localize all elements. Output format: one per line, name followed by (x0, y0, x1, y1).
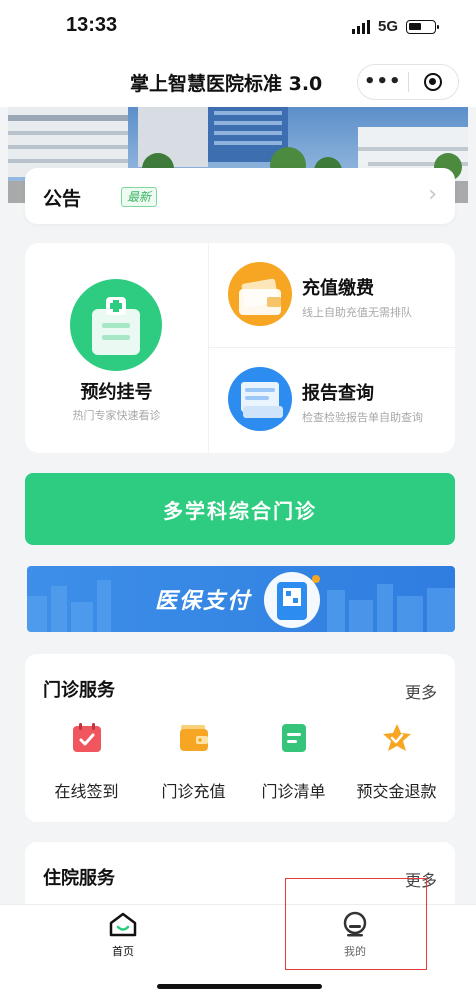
outpatient-more-link[interactable]: 更多 (405, 679, 437, 703)
target-circle-icon (424, 73, 443, 91)
main-services-card: 预约挂号 热门专家快速看诊 充值缴费 线上自助充值无需排队 报告查询 检查检验报… (25, 243, 455, 453)
highlight-annotation-box (285, 878, 427, 970)
status-bar: 13:33 5G (0, 0, 476, 55)
appointment-subtitle: 热门专家快速看诊 (72, 409, 161, 422)
announcement-bar[interactable]: 公告 最新 › (25, 168, 455, 224)
outpatient-list-label: 门诊清单 (261, 782, 326, 801)
more-dots-icon[interactable]: ••• (358, 72, 408, 92)
report-title: 报告查询 (302, 383, 374, 404)
deposit-refund-label: 预交金退款 (356, 782, 437, 801)
network-type: 5G (377, 18, 398, 35)
wallet-card-icon (227, 261, 293, 331)
signal-icon (351, 19, 370, 34)
report-document-icon (227, 366, 293, 436)
appointment-service[interactable]: 预约挂号 热门专家快速看诊 (25, 243, 208, 453)
appointment-title: 预约挂号 (80, 382, 153, 403)
report-subtitle: 检查检验报告单自助查询 (302, 411, 423, 424)
navigation-bar: 掌上智慧医院标准 3.0 ••• (0, 55, 476, 107)
status-indicators: 5G (351, 18, 439, 35)
outpatient-list-button[interactable]: 门诊清单 (240, 720, 347, 810)
outpatient-recharge-label: 门诊充值 (161, 782, 226, 801)
outpatient-services-card: 门诊服务 更多 在线签到 门诊充值 门诊清单 预交金退款 (25, 654, 455, 822)
announcement-label: 公告 (43, 188, 82, 210)
medical-insurance-banner[interactable]: 医保支付 (27, 566, 455, 632)
wallet-icon (140, 720, 247, 756)
online-checkin-label: 在线签到 (54, 782, 119, 801)
inpatient-title: 住院服务 (43, 868, 115, 889)
mini-program-capsule: ••• (357, 64, 459, 100)
recharge-title: 充值缴费 (302, 278, 374, 299)
home-icon (109, 912, 137, 937)
online-checkin-button[interactable]: 在线签到 (33, 720, 140, 810)
status-time: 13:33 (66, 14, 118, 36)
outpatient-recharge-button[interactable]: 门诊充值 (140, 720, 247, 810)
tab-home-label: 首页 (112, 945, 134, 958)
deposit-refund-button[interactable]: 预交金退款 (343, 720, 450, 810)
recharge-service[interactable]: 充值缴费 线上自助充值无需排队 (209, 243, 455, 347)
close-capsule-button[interactable] (408, 73, 458, 91)
page-title: 掌上智慧医院标准 3.0 (130, 73, 323, 95)
chevron-right-icon: › (428, 182, 437, 207)
new-badge: 最新 (121, 187, 158, 207)
recharge-subtitle: 线上自助充值无需排队 (302, 306, 412, 319)
outpatient-title: 门诊服务 (43, 680, 115, 701)
star-badge-icon (343, 720, 450, 756)
multidisciplinary-clinic-button[interactable]: 多学科综合门诊 (25, 473, 455, 545)
report-service[interactable]: 报告查询 检查检验报告单自助查询 (209, 348, 455, 452)
home-indicator (157, 984, 322, 989)
insurance-banner-text: 医保支付 (155, 589, 252, 614)
hospital-cross-icon (68, 277, 164, 377)
calendar-check-icon (33, 720, 140, 756)
battery-icon (406, 19, 439, 34)
tab-home[interactable]: 首页 (73, 911, 173, 959)
list-document-icon (240, 720, 347, 756)
